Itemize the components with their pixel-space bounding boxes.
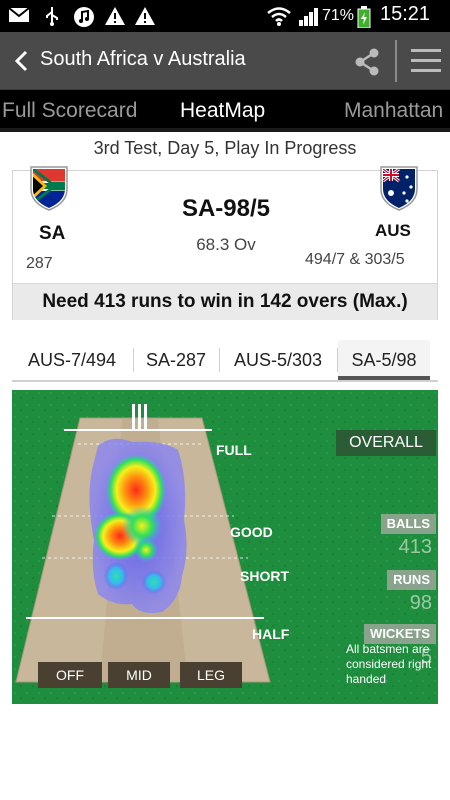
signal-icon <box>298 6 320 26</box>
australia-flag-icon <box>379 165 419 211</box>
action-bar-divider <box>395 40 397 82</box>
tab-manhattan[interactable]: Manhattan <box>344 99 443 123</box>
innings-tabs: AUS-7/494 SA-287 AUS-5/303 SA-5/98 <box>12 340 438 382</box>
zone-label-short: SHORT <box>240 568 289 584</box>
battery-icon <box>356 6 372 29</box>
tab-full-scorecard[interactable]: Full Scorecard <box>2 99 137 123</box>
tab-strip-underline <box>0 128 450 132</box>
direction-leg-button[interactable]: LEG <box>180 662 242 688</box>
share-icon[interactable] <box>352 47 382 77</box>
away-team-score: 494/7 & 303/5 <box>305 251 405 268</box>
batsmen-note: All batsmen are considered right handed <box>346 642 432 686</box>
action-bar: South Africa v Australia <box>0 32 450 90</box>
warning-icon <box>134 6 156 26</box>
usb-icon <box>44 6 60 26</box>
heatmap-panel: FULL GOOD SHORT HALF OFF MID LEG OVERALL… <box>12 390 438 704</box>
innings-tab-sa-1[interactable]: SA-287 <box>134 340 218 380</box>
wifi-icon <box>266 6 292 26</box>
mail-icon <box>8 6 30 26</box>
home-team-score: 287 <box>26 255 53 272</box>
zone-label-half: HALF <box>252 626 290 642</box>
view-tabs: Full Scorecard HeatMap Manhattan <box>0 90 450 132</box>
innings-tab-aus-1[interactable]: AUS-7/494 <box>12 340 132 380</box>
stat-label-wickets: WICKETS <box>364 624 436 644</box>
menu-icon[interactable] <box>410 46 442 76</box>
stat-label-runs: RUNS <box>387 570 436 590</box>
music-icon <box>72 6 96 27</box>
direction-mid-button[interactable]: MID <box>108 662 170 688</box>
current-score: SA-98/5 <box>181 195 271 222</box>
warning-icon <box>104 6 126 26</box>
stat-value-runs: 98 <box>409 592 432 614</box>
status-bar: 71% 15:21 <box>0 0 450 32</box>
target-banner: Need 413 runs to win in 142 overs (Max.) <box>13 283 437 320</box>
stat-label-balls: BALLS <box>380 514 436 534</box>
back-icon[interactable] <box>12 49 32 73</box>
stat-value-balls: 413 <box>398 536 432 558</box>
zone-label-good: GOOD <box>230 524 273 540</box>
tab-heatmap[interactable]: HeatMap <box>180 99 265 123</box>
battery-percent: 71% <box>322 7 355 24</box>
away-team-code: AUS <box>375 221 411 240</box>
overall-title: OVERALL <box>336 430 436 456</box>
zone-label-full: FULL <box>216 442 252 458</box>
match-title[interactable]: South Africa v Australia <box>40 48 246 71</box>
overall-stats: OVERALL BALLS 413 RUNS 98 WICKETS 5 <box>336 430 436 668</box>
innings-tab-aus-2[interactable]: AUS-5/303 <box>220 340 336 380</box>
score-card: SA 287 SA-98/5 68.3 Ov AUS 494/7 & 303/5… <box>12 166 438 320</box>
clock: 15:21 <box>380 3 431 25</box>
innings-tab-sa-2[interactable]: SA-5/98 <box>338 340 430 380</box>
direction-off-button[interactable]: OFF <box>38 662 102 688</box>
match-status: 3rd Test, Day 5, Play In Progress <box>93 138 357 158</box>
